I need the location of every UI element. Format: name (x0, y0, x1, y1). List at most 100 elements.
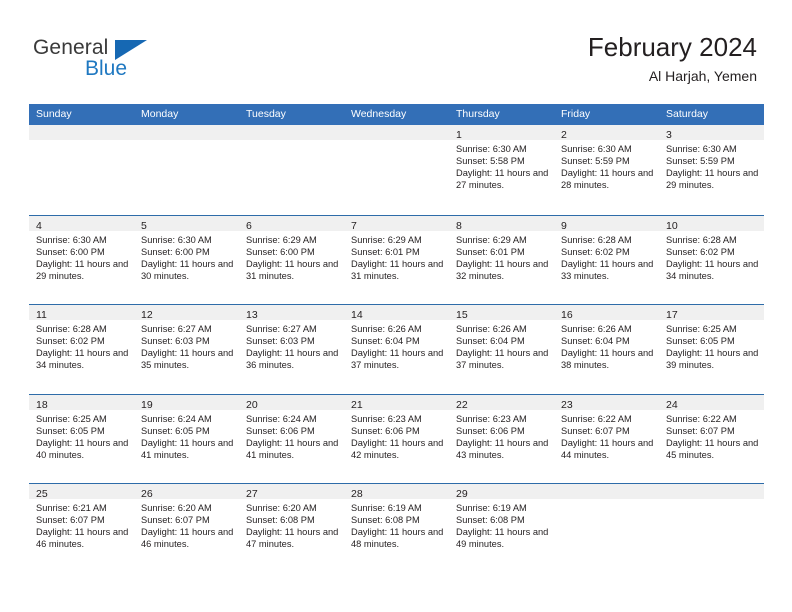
sunrise-text: Sunrise: 6:30 AM (141, 234, 212, 245)
calendar-week-row: 18 Sunrise: 6:25 AM Sunset: 6:05 PM Dayligh… (29, 393, 764, 483)
calendar-day-cell[interactable]: 11 Sunrise: 6:28 AM Sunset: 6:02 PM Dayligh… (29, 305, 134, 394)
daylight-text: Daylight: 11 hours and 36 minutes. (246, 348, 339, 371)
calendar-day-cell[interactable]: 21 Sunrise: 6:23 AM Sunset: 6:06 PM Dayligh… (344, 394, 449, 483)
calendar-week-row: 4 Sunrise: 6:30 AM Sunset: 6:00 PM Daylight… (29, 214, 764, 304)
weekday-header-wednesday: Wednesday (351, 108, 407, 120)
day-sun-info: Sunrise: 6:29 AM Sunset: 6:01 PM Daylight:… (449, 231, 554, 282)
day-number-band: 18 (29, 394, 134, 411)
day-number-band: 19 (134, 394, 239, 411)
calendar-day-cell[interactable]: 15 Sunrise: 6:26 AM Sunset: 6:04 PM Dayligh… (449, 305, 554, 394)
day-number-band: 2 (554, 125, 659, 141)
logo-general-text: General (33, 36, 109, 59)
weekday-header-row: Sunday Monday Tuesday Wednesday Thursday… (29, 104, 764, 125)
weekday-header-thursday: Thursday (456, 108, 500, 120)
weekday-header-monday: Monday (141, 108, 179, 120)
calendar-day-cell[interactable]: 16 Sunrise: 6:26 AM Sunset: 6:04 PM Dayligh… (554, 305, 659, 394)
calendar-day-cell[interactable]: 3 Sunrise: 6:30 AM Sunset: 5:59 PM Daylight… (659, 125, 764, 215)
day-sun-info: Sunrise: 6:26 AM Sunset: 6:04 PM Daylight:… (344, 320, 449, 371)
calendar-day-cell[interactable]: 20 Sunrise: 6:24 AM Sunset: 6:06 PM Dayligh… (239, 394, 344, 483)
sunrise-text: Sunrise: 6:22 AM (666, 413, 737, 424)
day-number: 16 (561, 309, 573, 321)
calendar-day-cell[interactable]: 22 Sunrise: 6:23 AM Sunset: 6:06 PM Dayligh… (449, 394, 554, 483)
calendar-day-cell[interactable]: 10 Sunrise: 6:28 AM Sunset: 6:02 PM Dayligh… (659, 215, 764, 304)
sunrise-text: Sunrise: 6:25 AM (36, 413, 107, 424)
calendar-day-cell[interactable]: 23 Sunrise: 6:22 AM Sunset: 6:07 PM Dayligh… (554, 394, 659, 483)
sunrise-text: Sunrise: 6:28 AM (561, 234, 632, 245)
sunset-text: Sunset: 6:00 PM (141, 246, 210, 257)
sunrise-text: Sunrise: 6:19 AM (456, 503, 527, 513)
day-number: 23 (561, 398, 573, 411)
daylight-text: Daylight: 11 hours and 33 minutes. (561, 258, 654, 281)
calendar-day-cell-empty (239, 125, 344, 215)
calendar-day-cell[interactable]: 29 Sunrise: 6:19 AM Sunset: 6:08 PM Dayligh… (449, 484, 554, 573)
daylight-text: Daylight: 11 hours and 49 minutes. (456, 527, 549, 550)
calendar-day-cell[interactable]: 25 Sunrise: 6:21 AM Sunset: 6:07 PM Dayligh… (29, 484, 134, 573)
day-number: 2 (561, 129, 567, 141)
day-number: 9 (561, 219, 567, 232)
sunset-text: Sunset: 6:05 PM (141, 425, 210, 436)
day-number-band: 7 (344, 215, 449, 232)
day-number-band (29, 125, 134, 140)
day-number: 10 (666, 219, 678, 232)
day-number: 13 (246, 309, 258, 321)
sunrise-text: Sunrise: 6:20 AM (246, 503, 317, 513)
sunrise-text: Sunrise: 6:19 AM (351, 503, 422, 513)
calendar-day-cell[interactable]: 24 Sunrise: 6:22 AM Sunset: 6:07 PM Dayligh… (659, 394, 764, 483)
sunset-text: Sunset: 6:04 PM (561, 336, 630, 347)
day-sun-info: Sunrise: 6:24 AM Sunset: 6:05 PM Daylight:… (134, 410, 239, 461)
day-number: 21 (351, 398, 363, 411)
daylight-text: Daylight: 11 hours and 30 minutes. (141, 258, 234, 281)
sunrise-text: Sunrise: 6:23 AM (456, 413, 527, 424)
calendar-day-cell[interactable]: 13 Sunrise: 6:27 AM Sunset: 6:03 PM Dayligh… (239, 305, 344, 394)
day-number-band: 13 (239, 305, 344, 321)
calendar-day-cell[interactable]: 18 Sunrise: 6:25 AM Sunset: 6:05 PM Dayligh… (29, 394, 134, 483)
daylight-text: Daylight: 11 hours and 29 minutes. (666, 168, 759, 191)
daylight-text: Daylight: 11 hours and 38 minutes. (561, 348, 654, 371)
sunset-text: Sunset: 6:04 PM (351, 336, 420, 347)
calendar-day-cell[interactable]: 5 Sunrise: 6:30 AM Sunset: 6:00 PM Daylight… (134, 215, 239, 304)
logo-blue-text: Blue (85, 57, 128, 80)
daylight-text: Daylight: 11 hours and 46 minutes. (141, 527, 234, 550)
calendar-week-row: 1 Sunrise: 6:30 AM Sunset: 5:58 PM Daylight… (29, 125, 764, 215)
sunrise-text: Sunrise: 6:24 AM (246, 413, 317, 424)
calendar-day-cell[interactable]: 4 Sunrise: 6:30 AM Sunset: 6:00 PM Daylight… (29, 215, 134, 304)
sunrise-text: Sunrise: 6:28 AM (36, 324, 107, 334)
sunset-text: Sunset: 6:00 PM (246, 246, 315, 257)
calendar-day-cell[interactable]: 28 Sunrise: 6:19 AM Sunset: 6:08 PM Dayligh… (344, 484, 449, 573)
calendar-day-cell[interactable]: 7 Sunrise: 6:29 AM Sunset: 6:01 PM Daylight… (344, 215, 449, 304)
calendar-day-cell[interactable]: 17 Sunrise: 6:25 AM Sunset: 6:05 PM Dayligh… (659, 305, 764, 394)
calendar-day-cell[interactable]: 12 Sunrise: 6:27 AM Sunset: 6:03 PM Dayligh… (134, 305, 239, 394)
day-sun-info: Sunrise: 6:29 AM Sunset: 6:00 PM Daylight:… (239, 231, 344, 282)
sunrise-text: Sunrise: 6:29 AM (246, 234, 317, 245)
calendar-day-cell[interactable]: 1 Sunrise: 6:30 AM Sunset: 5:58 PM Daylight… (449, 125, 554, 215)
day-number: 1 (456, 129, 462, 141)
day-sun-info: Sunrise: 6:19 AM Sunset: 6:08 PM Daylight:… (344, 499, 449, 550)
day-number-band: 22 (449, 394, 554, 411)
general-blue-logo[interactable]: General Blue (33, 36, 163, 86)
day-sun-info: Sunrise: 6:30 AM Sunset: 6:00 PM Daylight:… (134, 231, 239, 282)
calendar-day-cell[interactable]: 14 Sunrise: 6:26 AM Sunset: 6:04 PM Dayligh… (344, 305, 449, 394)
calendar-day-cell[interactable]: 27 Sunrise: 6:20 AM Sunset: 6:08 PM Dayligh… (239, 484, 344, 573)
weekday-header-sunday: Sunday (36, 108, 72, 120)
calendar-day-cell[interactable]: 6 Sunrise: 6:29 AM Sunset: 6:00 PM Daylight… (239, 215, 344, 304)
daylight-text: Daylight: 11 hours and 45 minutes. (666, 437, 759, 460)
daylight-text: Daylight: 11 hours and 41 minutes. (141, 437, 234, 460)
daylight-text: Daylight: 11 hours and 41 minutes. (246, 437, 339, 460)
sunset-text: Sunset: 6:06 PM (246, 425, 315, 436)
day-sun-info: Sunrise: 6:22 AM Sunset: 6:07 PM Daylight:… (554, 410, 659, 461)
calendar-day-cell[interactable]: 19 Sunrise: 6:24 AM Sunset: 6:05 PM Dayligh… (134, 394, 239, 483)
day-number: 25 (36, 488, 48, 500)
calendar-day-cell[interactable]: 26 Sunrise: 6:20 AM Sunset: 6:07 PM Dayligh… (134, 484, 239, 573)
calendar-day-cell[interactable]: 9 Sunrise: 6:28 AM Sunset: 6:02 PM Daylight… (554, 215, 659, 304)
sunrise-text: Sunrise: 6:23 AM (351, 413, 422, 424)
sunrise-text: Sunrise: 6:21 AM (36, 503, 107, 513)
sunset-text: Sunset: 6:08 PM (456, 515, 525, 526)
calendar-day-cell[interactable]: 2 Sunrise: 6:30 AM Sunset: 5:59 PM Daylight… (554, 125, 659, 215)
sunset-text: Sunset: 5:58 PM (456, 156, 525, 167)
daylight-text: Daylight: 11 hours and 31 minutes. (246, 258, 339, 281)
day-sun-info: Sunrise: 6:26 AM Sunset: 6:04 PM Daylight:… (554, 320, 659, 371)
day-number-band (134, 125, 239, 140)
day-number: 6 (246, 219, 252, 232)
sunrise-text: Sunrise: 6:30 AM (561, 144, 632, 154)
calendar-day-cell[interactable]: 8 Sunrise: 6:29 AM Sunset: 6:01 PM Daylight… (449, 215, 554, 304)
